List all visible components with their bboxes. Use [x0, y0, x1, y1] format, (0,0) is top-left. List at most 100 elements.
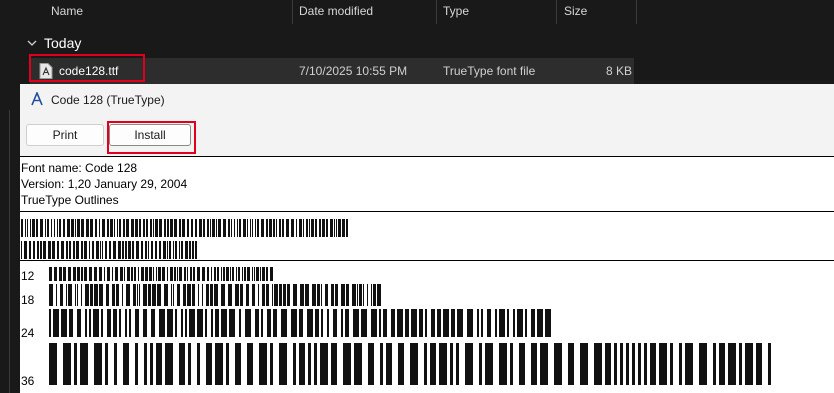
barcode-bar [139, 219, 141, 237]
barcode-bar [184, 267, 186, 281]
column-type[interactable]: Type [443, 4, 469, 18]
barcode-bar [465, 343, 473, 385]
group-header-today[interactable]: Today [26, 33, 81, 53]
barcode-bar [105, 343, 108, 385]
barcode-bar [153, 219, 154, 237]
barcode-bar [179, 219, 181, 237]
barcode-bar [205, 309, 207, 337]
barcode-bar [106, 284, 109, 306]
barcode-bar [373, 284, 376, 306]
barcode-bar [218, 219, 221, 237]
scrollbar-track[interactable] [9, 110, 10, 393]
barcode-bar [368, 343, 374, 385]
column-divider[interactable] [556, 0, 557, 24]
barcode-bar [112, 267, 113, 281]
barcode-bar [113, 309, 117, 337]
barcode-bar [580, 343, 588, 385]
barcode-bar [756, 343, 762, 385]
barcode-bar [211, 267, 212, 281]
barcode-bar [197, 309, 203, 337]
barcode-bar [107, 309, 111, 337]
size-label-24: 24 [21, 326, 35, 340]
barcode-bar [679, 343, 682, 385]
barcode-bar [207, 219, 209, 237]
barcode-bar [100, 241, 101, 259]
barcode-bar [90, 284, 93, 306]
column-divider[interactable] [292, 0, 293, 24]
barcode-bar [177, 284, 180, 306]
barcode-bar [45, 219, 46, 237]
barcode-bar [185, 309, 187, 337]
barcode-bar [27, 219, 28, 237]
barcode-bar [119, 219, 121, 237]
barcode-bar [107, 219, 109, 237]
barcode-bar [156, 343, 162, 385]
barcode-bar [171, 284, 172, 306]
barcode-bar [36, 219, 38, 237]
barcode-bar [239, 309, 241, 337]
barcode-bar [144, 343, 147, 385]
barcode-bar [299, 309, 303, 337]
barcode-bar [141, 267, 144, 281]
barcode-bar [243, 219, 246, 237]
column-date-modified[interactable]: Date modified [299, 4, 373, 18]
barcode-bar [499, 343, 507, 385]
barcode-bar [254, 267, 255, 281]
barcode-bar [77, 284, 78, 306]
barcode-bar [190, 267, 192, 281]
barcode-bar [47, 219, 49, 237]
barcode-bar [123, 219, 125, 237]
barcode-bar [127, 267, 130, 281]
title-bar[interactable]: Code 128 (TrueType) [20, 84, 834, 114]
barcode-bar [145, 267, 148, 281]
barcode-bar [281, 309, 287, 337]
barcode-bar [266, 267, 268, 281]
column-name[interactable]: Name [51, 4, 83, 18]
sample-bars-12 [49, 267, 273, 281]
barcode-bar [81, 241, 83, 259]
barcode-bar [74, 343, 77, 385]
barcode-bar [183, 284, 186, 306]
barcode-bar [336, 219, 337, 237]
barcode-bar [303, 219, 304, 237]
barcode-bar [659, 343, 667, 385]
barcode-bar [215, 343, 223, 385]
barcode-bar [371, 284, 372, 306]
barcode-bar [102, 219, 105, 237]
barcode-bar [125, 309, 127, 337]
barcode-bar [327, 309, 329, 337]
barcode-bar [296, 219, 297, 237]
column-size[interactable]: Size [564, 4, 587, 18]
size-label-18: 18 [21, 293, 35, 307]
barcode-bar [443, 309, 449, 337]
barcode-bar [181, 309, 183, 337]
barcode-bar [287, 284, 290, 306]
barcode-bar [90, 219, 93, 237]
size-label-36: 36 [21, 374, 35, 388]
barcode-bar [252, 219, 253, 237]
barcode-bar [195, 241, 197, 259]
column-divider[interactable] [436, 0, 437, 24]
barcode-bar [192, 241, 194, 259]
column-header: Name Date modified Type Size [0, 0, 640, 24]
barcode-bar [146, 219, 148, 237]
barcode-bar [96, 241, 99, 259]
barcode-bar [321, 309, 323, 337]
barcode-bar [174, 219, 177, 237]
highlight-box-file [29, 54, 145, 82]
barcode-bar [239, 219, 241, 237]
barcode-bar [226, 267, 229, 281]
barcode-bar [223, 219, 226, 237]
highlight-box-install [107, 121, 196, 154]
print-button[interactable]: Print [26, 124, 104, 146]
sample-bars-18 [49, 284, 381, 306]
barcode-bar [136, 241, 139, 259]
barcode-bar [73, 241, 75, 259]
column-divider[interactable] [636, 0, 637, 24]
barcode-bar [32, 219, 35, 237]
barcode-bar [177, 267, 178, 281]
barcode-bar [221, 267, 222, 281]
barcode-bar [179, 241, 180, 259]
barcode-bar [21, 219, 23, 237]
barcode-bar [331, 343, 337, 385]
